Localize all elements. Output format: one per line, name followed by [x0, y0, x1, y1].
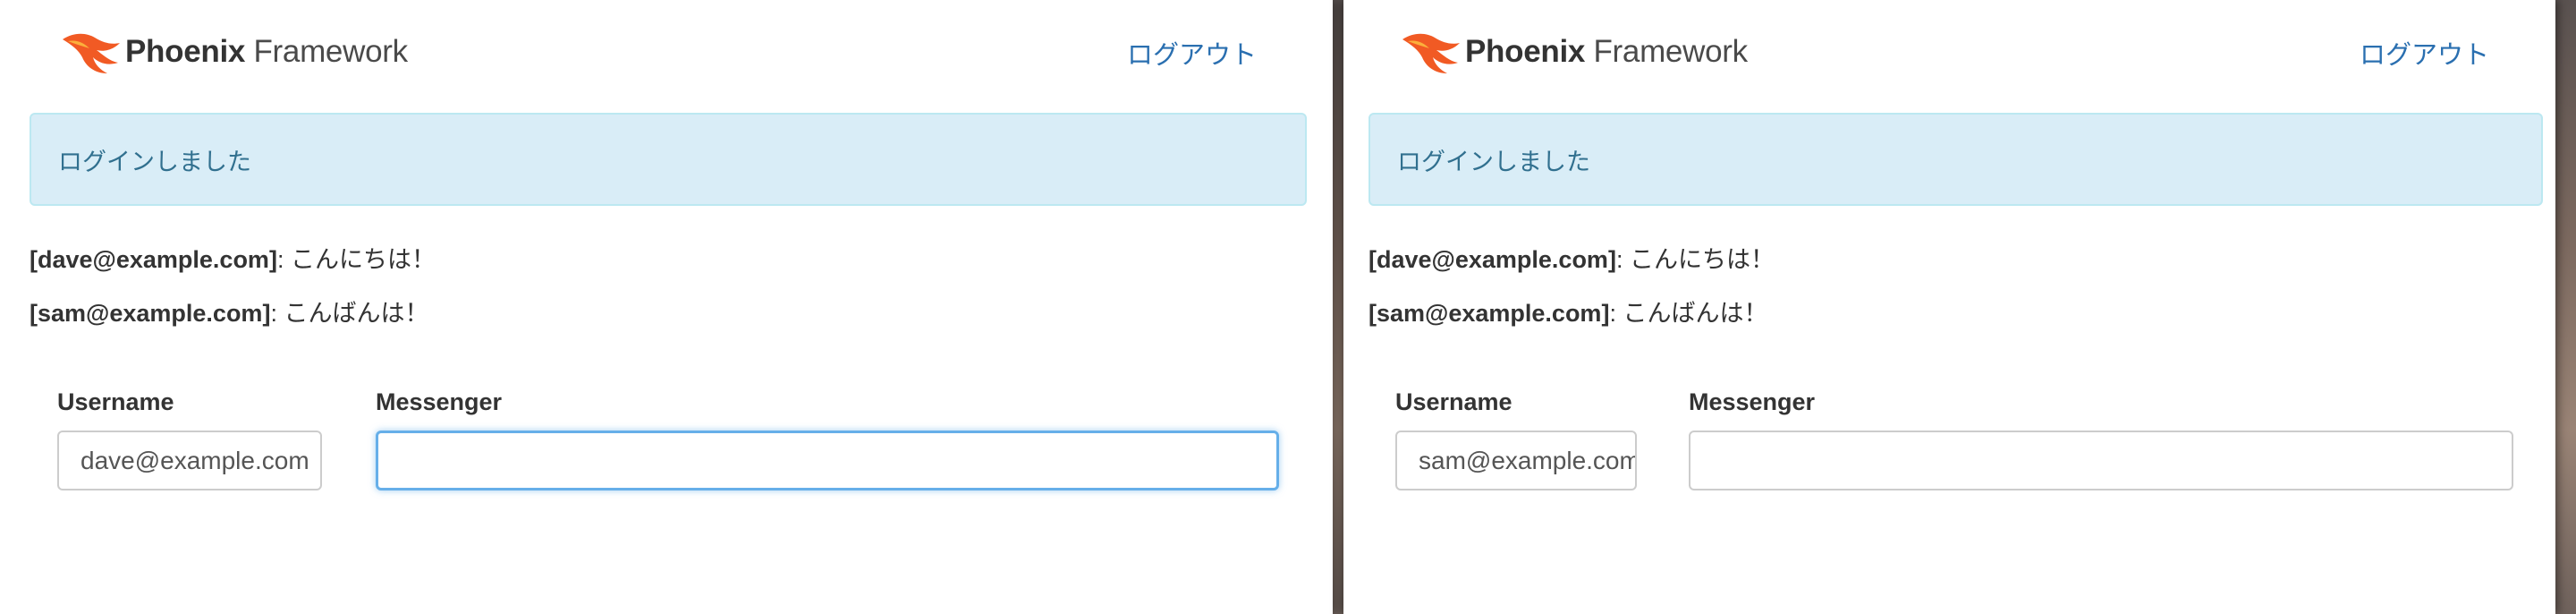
phoenix-logo[interactable]: Phoenix Framework — [55, 25, 408, 79]
messenger-input[interactable] — [1689, 431, 2513, 490]
list-item: [sam@example.com]: こんばんは！ — [30, 297, 436, 351]
browser-window-dave: Phoenix Framework ログアウト ログインしました [dave@e… — [0, 0, 1333, 614]
message-text: : こんにちは！ — [1615, 246, 1775, 273]
message-list: [dave@example.com]: こんにちは！ [sam@example.… — [1368, 243, 1775, 351]
message-author: [dave@example.com] — [30, 246, 277, 273]
flash-info-alert: ログインしました — [1368, 113, 2543, 206]
phoenix-logo[interactable]: Phoenix Framework — [1395, 25, 1748, 79]
list-item: [dave@example.com]: こんにちは！ — [1368, 243, 1775, 297]
message-author: [sam@example.com] — [1368, 300, 1610, 327]
message-text: : こんばんは！ — [1609, 300, 1768, 327]
header: Phoenix Framework ログアウト — [0, 25, 1333, 79]
phoenix-flame-icon — [63, 33, 120, 73]
message-text: : こんにちは！ — [276, 246, 436, 273]
logout-link[interactable]: ログアウト — [1127, 34, 1257, 72]
message-text: : こんばんは！ — [270, 300, 429, 327]
flash-info-alert: ログインしました — [30, 113, 1307, 206]
username-label: Username — [57, 388, 174, 415]
phoenix-flame-icon — [1402, 33, 1460, 73]
logo-text: Phoenix Framework — [1465, 34, 1748, 69]
username-input[interactable]: sam@example.com — [1395, 431, 1637, 490]
message-author: [sam@example.com] — [30, 300, 271, 327]
username-label: Username — [1395, 388, 1513, 415]
message-author: [dave@example.com] — [1368, 246, 1616, 273]
username-input[interactable]: dave@example.com — [57, 431, 322, 490]
header: Phoenix Framework ログアウト — [1343, 25, 2555, 79]
browser-window-sam: Phoenix Framework ログアウト ログインしました [dave@e… — [1343, 0, 2555, 614]
messenger-label: Messenger — [376, 388, 503, 415]
messenger-label: Messenger — [1689, 388, 1816, 415]
list-item: [dave@example.com]: こんにちは！ — [30, 243, 436, 297]
logout-link[interactable]: ログアウト — [2360, 34, 2489, 72]
message-list: [dave@example.com]: こんにちは！ [sam@example.… — [30, 243, 436, 351]
messenger-input[interactable] — [376, 431, 1279, 490]
list-item: [sam@example.com]: こんばんは！ — [1368, 297, 1775, 351]
logo-text: Phoenix Framework — [125, 34, 408, 69]
